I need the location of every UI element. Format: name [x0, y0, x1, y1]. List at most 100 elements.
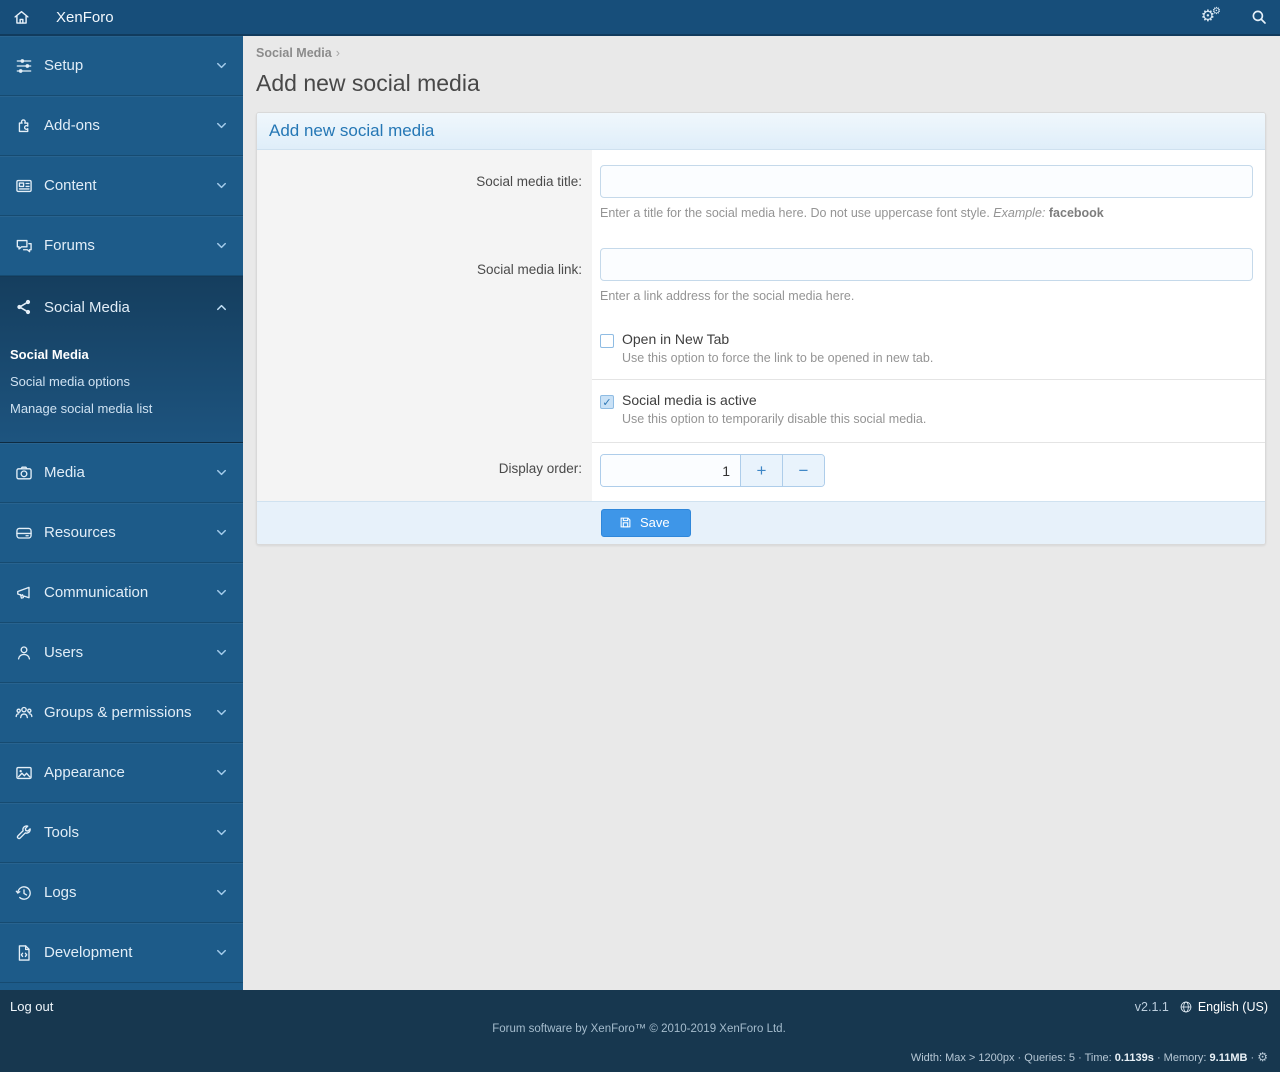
hint-example-value: facebook — [1049, 206, 1104, 220]
debug-stats: Width: Max > 1200px · Queries: 5 · Time:… — [911, 1050, 1268, 1064]
social-media-submenu: Social Media Social media options Manage… — [0, 337, 243, 442]
breadcrumb-separator: › — [336, 46, 340, 60]
sidebar-item-social-media[interactable]: Social Media — [0, 277, 243, 337]
form-header: Add new social media — [257, 113, 1265, 150]
history-icon — [14, 883, 44, 903]
brand-title[interactable]: XenForo — [56, 9, 114, 26]
page-title: Add new social media — [256, 70, 1266, 97]
debug-memory: 9.11MB — [1210, 1052, 1248, 1064]
sidebar-item-label: Resources — [44, 524, 214, 541]
sidebar-item-content[interactable]: Content — [0, 156, 243, 216]
puzzle-icon — [14, 116, 44, 136]
social-media-active-label[interactable]: Social media is active — [622, 392, 926, 408]
chevron-down-icon — [214, 705, 229, 720]
sidebar-item-forums[interactable]: Forums — [0, 216, 243, 276]
chevron-down-icon — [214, 825, 229, 840]
chat-bubbles-icon — [14, 236, 44, 256]
sidebar-item-users[interactable]: Users — [0, 623, 243, 683]
chevron-down-icon — [214, 238, 229, 253]
sidebar-item-development[interactable]: Development — [0, 923, 243, 983]
home-icon[interactable] — [12, 8, 38, 27]
sidebar-item-label: Forums — [44, 237, 214, 254]
save-floppy-icon — [618, 515, 633, 530]
file-code-icon — [14, 943, 44, 963]
sidebar-item-label: Appearance — [44, 764, 214, 781]
megaphone-icon — [14, 583, 44, 603]
social-media-link-input[interactable] — [600, 248, 1253, 281]
sidebar-item-label: Communication — [44, 584, 214, 601]
social-media-active-row: Social media is active Use this option t… — [257, 379, 1265, 442]
debug-memory-label: · Memory: — [1154, 1052, 1210, 1064]
open-new-tab-hint: Use this option to force the link to be … — [622, 351, 933, 365]
save-button[interactable]: Save — [601, 509, 691, 537]
debug-suffix: · — [1247, 1052, 1257, 1064]
chevron-down-icon — [214, 525, 229, 540]
newspaper-icon — [14, 176, 44, 196]
open-new-tab-label[interactable]: Open in New Tab — [622, 331, 933, 347]
chevron-down-icon — [214, 465, 229, 480]
chevron-down-icon — [214, 58, 229, 73]
submenu-item-social-media[interactable]: Social Media — [10, 341, 233, 368]
chevron-down-icon — [214, 885, 229, 900]
sidebar-item-resources[interactable]: Resources — [0, 503, 243, 563]
breadcrumb: Social Media › — [256, 46, 1266, 60]
hint-example-label: Example: — [993, 206, 1045, 220]
search-icon[interactable] — [1250, 8, 1268, 26]
increment-button[interactable]: + — [740, 455, 782, 486]
display-order-stepper: + − — [600, 454, 825, 487]
open-new-tab-checkbox[interactable] — [600, 334, 614, 348]
language-label: English (US) — [1198, 1000, 1268, 1014]
social-media-active-checkbox[interactable] — [600, 395, 614, 409]
sidebar: Setup Add-ons Content Forums — [0, 36, 243, 990]
copyright-link[interactable]: Forum software by XenForo™ © 2010-2019 X… — [10, 1023, 1268, 1035]
sidebar-item-add-ons[interactable]: Add-ons — [0, 96, 243, 156]
image-icon — [14, 763, 44, 783]
decrement-button[interactable]: − — [782, 455, 824, 486]
sidebar-item-label: Setup — [44, 57, 214, 74]
social-media-title-row: Social media title: Enter a title for th… — [257, 150, 1265, 238]
label-spacer — [257, 321, 592, 379]
social-media-title-label: Social media title: — [257, 150, 592, 238]
add-social-media-form: Add new social media Social media title:… — [256, 112, 1266, 545]
sidebar-item-label: Content — [44, 177, 214, 194]
wrench-icon — [14, 823, 44, 843]
debug-prefix: Width: Max > 1200px · Queries: 5 · Time: — [911, 1052, 1115, 1064]
sidebar-item-label: Groups & permissions — [44, 704, 214, 721]
language-selector[interactable]: English (US) — [1179, 1000, 1268, 1014]
social-media-link-row: Social media link: Enter a link address … — [257, 238, 1265, 321]
chevron-down-icon — [214, 765, 229, 780]
sidebar-group-social-media: Social Media Social Media Social media o… — [0, 276, 243, 443]
social-media-active-hint: Use this option to temporarily disable t… — [622, 412, 926, 426]
camera-icon — [14, 463, 44, 483]
sidebar-item-label: Logs — [44, 884, 214, 901]
sidebar-item-label: Users — [44, 644, 214, 661]
display-order-label: Display order: — [257, 442, 592, 501]
sidebar-item-setup[interactable]: Setup — [0, 36, 243, 96]
sidebar-item-logs[interactable]: Logs — [0, 863, 243, 923]
sidebar-item-tools[interactable]: Tools — [0, 803, 243, 863]
sliders-icon — [14, 56, 44, 76]
chevron-down-icon — [214, 645, 229, 660]
footer: Log out v2.1.1 English (US) Forum softwa… — [0, 990, 1280, 1072]
main-content: Social Media › Add new social media Add n… — [243, 36, 1280, 990]
globe-icon — [1179, 1000, 1193, 1014]
sidebar-item-groups-permissions[interactable]: Groups & permissions — [0, 683, 243, 743]
display-order-input[interactable] — [601, 455, 740, 486]
submenu-item-social-media-options[interactable]: Social media options — [10, 368, 233, 395]
social-media-link-label: Social media link: — [257, 238, 592, 321]
breadcrumb-link[interactable]: Social Media — [256, 46, 332, 60]
sidebar-item-label: Media — [44, 464, 214, 481]
debug-gear-icon[interactable]: ⚙ — [1257, 1050, 1268, 1064]
sidebar-item-appearance[interactable]: Appearance — [0, 743, 243, 803]
social-media-title-input[interactable] — [600, 165, 1253, 198]
version-label: v2.1.1 — [1135, 1000, 1169, 1014]
submenu-item-manage-social-media-list[interactable]: Manage social media list — [10, 395, 233, 422]
sidebar-item-communication[interactable]: Communication — [0, 563, 243, 623]
save-button-label: Save — [640, 515, 670, 530]
debug-time: 0.1139s — [1115, 1052, 1154, 1064]
social-media-link-hint: Enter a link address for the social medi… — [600, 289, 1253, 303]
sidebar-item-media[interactable]: Media — [0, 443, 243, 503]
archive-icon — [14, 523, 44, 543]
logout-link[interactable]: Log out — [10, 999, 53, 1014]
admin-tools-icon[interactable]: ⚙⚙ — [1201, 9, 1224, 25]
